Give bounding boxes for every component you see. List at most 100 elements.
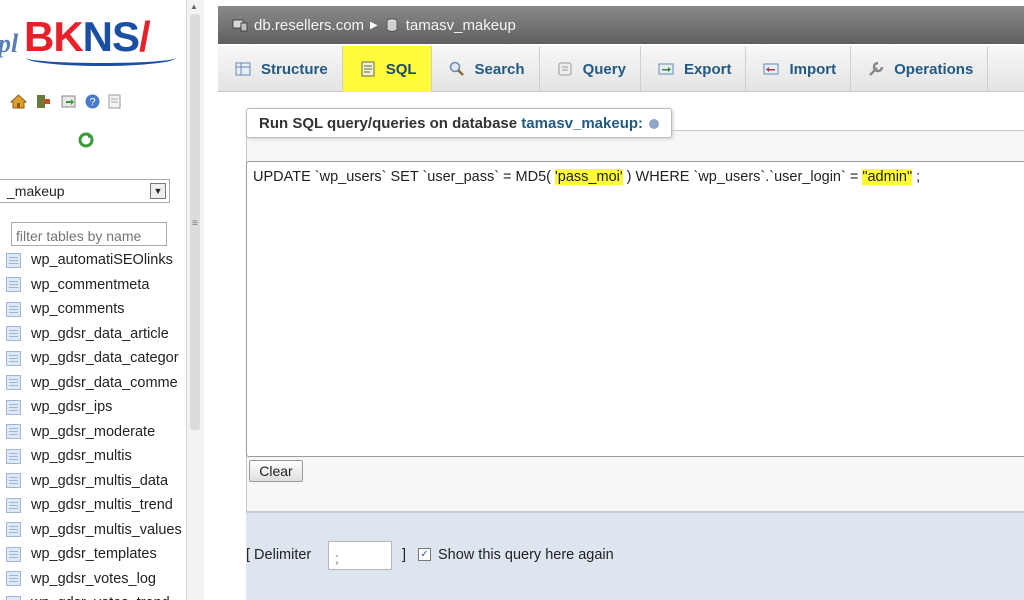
table-name[interactable]: wp_gdsr_data_comme [31, 375, 178, 391]
scroll-up-icon[interactable]: ▲ [190, 2, 198, 11]
table-list-item[interactable]: wp_commentmeta [6, 273, 186, 298]
table-list-item[interactable]: wp_gdsr_multis [6, 444, 186, 469]
table-icon[interactable] [6, 497, 21, 513]
breadcrumb-database[interactable]: tamasv_makeup [386, 17, 516, 34]
query-text-part1: UPDATE `wp_users` SET `user_pass` = MD5( [253, 169, 556, 185]
show-query-label[interactable]: Show this query here again [438, 547, 614, 563]
help-icon[interactable]: ? [84, 93, 101, 110]
table-icon[interactable] [6, 326, 21, 342]
logo-prefix: pl [0, 29, 19, 58]
table-name[interactable]: wp_gdsr_ips [31, 399, 112, 415]
breadcrumb-separator-icon: ▶ [370, 19, 378, 31]
table-name[interactable]: wp_gdsr_multis_values [31, 522, 182, 538]
navigation-sidebar: pl BKNS/ ? _makeup ▼ wp_automatiSEOlinks… [0, 0, 186, 600]
delimiter-label: [ Delimiter [246, 547, 312, 563]
tab-operations[interactable]: Operations [851, 46, 989, 92]
breadcrumb-server[interactable]: db.resellers.com [232, 17, 364, 34]
breadcrumb: db.resellers.com ▶ tamasv_makeup [218, 6, 1024, 44]
wrench-icon [867, 60, 885, 78]
documentation-icon[interactable] [106, 93, 123, 110]
table-icon[interactable] [6, 375, 21, 391]
table-name[interactable]: wp_gdsr_moderate [31, 424, 155, 440]
table-icon[interactable] [6, 546, 21, 562]
table-icon[interactable] [6, 473, 21, 489]
table-icon[interactable] [6, 522, 21, 538]
resize-grip-icon[interactable]: ≡ [192, 218, 198, 229]
tab-label: SQL [385, 60, 417, 78]
table-icon[interactable] [6, 277, 21, 293]
table-icon[interactable] [6, 571, 21, 587]
table-list-item[interactable]: wp_gdsr_votes_trend [6, 591, 186, 600]
logo-swoosh [26, 56, 176, 66]
info-icon[interactable] [649, 119, 660, 130]
table-list-item[interactable]: wp_gdsr_multis_data [6, 469, 186, 494]
reload-icon[interactable] [78, 132, 94, 148]
tab-query[interactable]: Query [540, 46, 641, 92]
exit-icon[interactable] [35, 93, 52, 110]
breadcrumb-server-label: db.resellers.com [254, 16, 365, 34]
table-name[interactable]: wp_gdsr_multis [31, 448, 132, 464]
tab-import[interactable]: Import [746, 46, 852, 92]
table-name[interactable]: wp_gdsr_multis_data [31, 473, 168, 489]
sql-query-textarea[interactable]: UPDATE `wp_users` SET `user_pass` = MD5(… [246, 161, 1024, 457]
table-icon[interactable] [6, 252, 21, 268]
table-icon[interactable] [6, 399, 21, 415]
legend-database-link[interactable]: tamasv_makeup: [521, 115, 643, 132]
table-name[interactable]: wp_automatiSEOlinks [31, 252, 173, 268]
tab-label: Export [683, 60, 732, 78]
table-icon[interactable] [6, 301, 21, 317]
table-icon[interactable] [6, 424, 21, 440]
database-icon [386, 18, 398, 32]
table-list-item[interactable]: wp_gdsr_data_comme [6, 371, 186, 396]
table-list-item[interactable]: wp_comments [6, 297, 186, 322]
clear-button[interactable]: Clear [249, 460, 303, 482]
table-list-item[interactable]: wp_gdsr_multis_trend [6, 493, 186, 518]
tab-structure[interactable]: Structure [218, 46, 343, 92]
export-icon [657, 60, 675, 78]
tab-search[interactable]: Search [432, 46, 540, 92]
table-icon[interactable] [6, 448, 21, 464]
table-list-item[interactable]: wp_gdsr_votes_log [6, 567, 186, 592]
table-icon[interactable] [6, 595, 21, 600]
tab-sql[interactable]: SQL [342, 46, 432, 92]
table-name[interactable]: wp_gdsr_multis_trend [31, 497, 173, 513]
delimiter-close-bracket: ] [402, 547, 407, 563]
database-select-value: _makeup [7, 183, 65, 199]
table-icon[interactable] [6, 350, 21, 366]
query-highlight-password: 'pass_moi' [555, 169, 623, 185]
legend-prefix: Run SQL query/queries on database [259, 115, 522, 132]
table-name[interactable]: wp_gdsr_data_categor [31, 350, 179, 366]
table-list-item[interactable]: wp_gdsr_data_categor [6, 346, 186, 371]
filter-tables-input[interactable] [11, 222, 167, 246]
delimiter-input[interactable] [328, 541, 392, 570]
show-query-checkbox[interactable]: ✓ [418, 548, 431, 561]
table-name[interactable]: wp_gdsr_templates [31, 546, 157, 562]
table-name[interactable]: wp_gdsr_votes_log [31, 571, 156, 587]
table-list-item[interactable]: wp_gdsr_data_article [6, 322, 186, 347]
chevron-down-icon[interactable]: ▼ [150, 183, 166, 199]
query-window-icon[interactable] [60, 93, 77, 110]
table-name[interactable]: wp_commentmeta [31, 277, 149, 293]
query-highlight-login: "admin" [862, 169, 913, 185]
table-list-item[interactable]: wp_automatiSEOlinks [6, 248, 186, 273]
table-list-item[interactable]: wp_gdsr_templates [6, 542, 186, 567]
structure-icon [234, 60, 252, 78]
query-text-part3: ; [912, 169, 921, 185]
svg-text:?: ? [89, 97, 95, 109]
logo[interactable]: pl BKNS/ [0, 12, 186, 70]
table-name[interactable]: wp_gdsr_votes_trend [31, 595, 170, 600]
table-list-item[interactable]: wp_gdsr_ips [6, 395, 186, 420]
query-icon [556, 60, 574, 78]
table-list-item[interactable]: wp_gdsr_moderate [6, 420, 186, 445]
tab-bar: Structure SQL Search Query Export Import Opera… [218, 46, 1024, 92]
sidebar-scrollbar[interactable]: ▲ ≡ [186, 0, 204, 600]
tab-export[interactable]: Export [641, 46, 747, 92]
database-select[interactable]: _makeup ▼ [0, 179, 170, 203]
table-name[interactable]: wp_comments [31, 301, 124, 317]
table-list: wp_automatiSEOlinks wp_commentmeta wp_comm… [6, 248, 186, 600]
home-icon[interactable] [10, 93, 27, 110]
tab-label: Search [474, 60, 525, 78]
import-icon [762, 60, 780, 78]
table-name[interactable]: wp_gdsr_data_article [31, 326, 169, 342]
table-list-item[interactable]: wp_gdsr_multis_values [6, 518, 186, 543]
